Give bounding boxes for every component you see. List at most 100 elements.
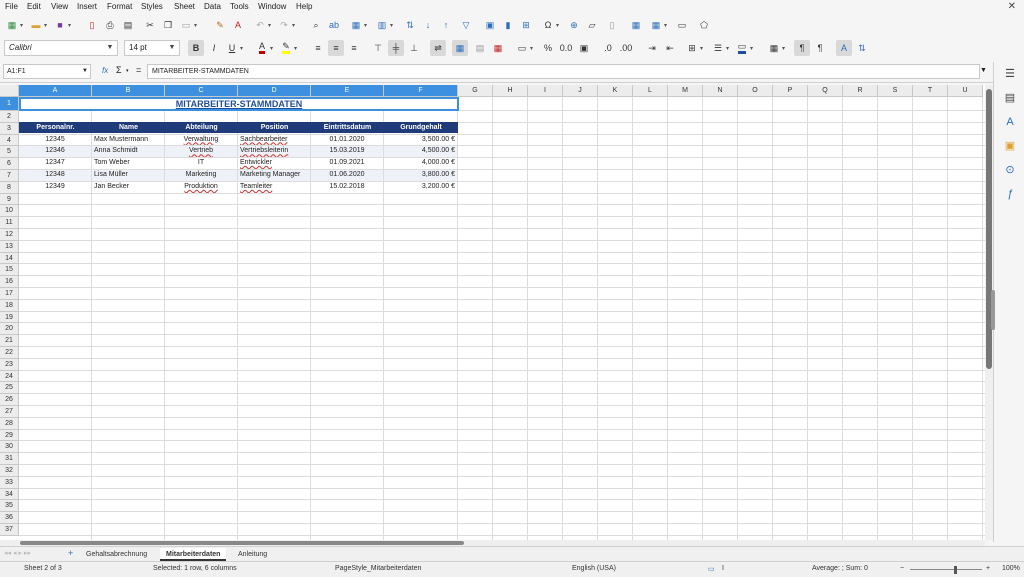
row-header[interactable]: 2 xyxy=(0,111,19,123)
chevron-down-icon[interactable]: ▾ xyxy=(530,45,533,52)
chevron-down-icon[interactable]: ▾ xyxy=(294,45,297,52)
open-folder-icon[interactable]: ▬ xyxy=(28,17,44,33)
menu-insert[interactable]: Insert xyxy=(77,2,97,11)
chevron-down-icon[interactable]: ▼ xyxy=(82,65,88,78)
zoom-slider-thumb[interactable] xyxy=(954,566,957,574)
row-header[interactable]: 35 xyxy=(0,500,19,513)
merge-cells-icon[interactable]: ▤ xyxy=(472,40,488,56)
spreadsheet-grid[interactable]: ABCDEFGHIJKLMNOPQRSTU 1 2 3 4 5 6 7 8 9 10 11 12 13 1… xyxy=(0,85,985,540)
header-cell[interactable]: Name xyxy=(92,122,165,133)
spelling-icon[interactable]: ab xyxy=(326,17,342,33)
row-header[interactable]: 30 xyxy=(0,441,19,454)
chevron-down-icon[interactable]: ▼ xyxy=(165,41,179,55)
decrease-indent-icon[interactable]: ⇤ xyxy=(662,40,678,56)
menu-edit[interactable]: Edit xyxy=(27,2,41,11)
data-cell[interactable]: Entwickler xyxy=(238,158,310,169)
row-header[interactable]: 22 xyxy=(0,347,19,359)
row-header[interactable]: 8 xyxy=(0,181,19,194)
number-format-icon[interactable]: 0.0 xyxy=(558,40,574,56)
column-header-s[interactable]: S xyxy=(878,85,913,97)
redo-icon[interactable]: ↷ xyxy=(276,17,292,33)
border-color-icon[interactable]: ▭ xyxy=(734,40,750,56)
insert-image-icon[interactable]: ▣ xyxy=(482,17,498,33)
data-cell[interactable]: 3,200.00 € xyxy=(384,181,457,193)
page-style[interactable]: PageStyle_Mitarbeiterdaten xyxy=(335,565,421,572)
wrap-text-icon[interactable]: ⇌ xyxy=(430,40,446,56)
column-header-p[interactable]: P xyxy=(773,85,808,97)
chevron-down-icon[interactable]: ▾ xyxy=(390,22,393,29)
sort-ascending-icon[interactable]: ↓ xyxy=(420,17,436,33)
chevron-down-icon[interactable]: ▾ xyxy=(270,45,273,52)
data-cell[interactable]: Tom Weber xyxy=(92,158,164,169)
data-cell[interactable]: 3,800.00 € xyxy=(384,170,457,181)
gallery-icon[interactable]: ▣ xyxy=(1002,138,1018,154)
functions-icon[interactable]: ƒ xyxy=(1002,186,1018,202)
row-header[interactable]: 20 xyxy=(0,323,19,336)
column-header-d[interactable]: D xyxy=(238,85,311,97)
row-header[interactable]: 12 xyxy=(0,229,19,241)
add-decimal-icon[interactable]: .0 xyxy=(600,40,616,56)
column-header-n[interactable]: N xyxy=(703,85,738,97)
row-header[interactable]: 10 xyxy=(0,205,19,218)
data-cell[interactable]: 12345 xyxy=(19,134,91,146)
chevron-down-icon[interactable]: ▼ xyxy=(103,41,117,55)
name-box[interactable]: A1:F1 ▼ xyxy=(3,64,91,79)
tab-mitarbeiterdaten[interactable]: Mitarbeiterdaten xyxy=(160,548,227,561)
row-header[interactable]: 32 xyxy=(0,465,19,477)
align-left-icon[interactable]: ≡ xyxy=(310,40,326,56)
column-header-c[interactable]: C xyxy=(165,85,238,97)
data-cell[interactable]: Vertrieb xyxy=(165,146,237,158)
column-header-i[interactable]: I xyxy=(528,85,563,97)
row-icon[interactable]: ▦ xyxy=(348,17,364,33)
column-header-u[interactable]: U xyxy=(948,85,983,97)
header-cell[interactable]: Abteilung xyxy=(165,122,238,133)
column-header-m[interactable]: M xyxy=(668,85,703,97)
data-cell[interactable]: Anna Schmidt xyxy=(92,146,164,158)
tab-anleitung[interactable]: Anleitung xyxy=(232,548,273,561)
align-center-icon[interactable]: ≡ xyxy=(328,40,344,56)
data-cell[interactable]: Marketing xyxy=(165,170,237,181)
selection-mode-icon[interactable]: ▭ xyxy=(708,565,715,573)
autofilter-icon[interactable]: ▽ xyxy=(458,17,474,33)
row-header[interactable]: 11 xyxy=(0,217,19,229)
data-cell[interactable]: 4,500.00 € xyxy=(384,146,457,158)
data-cell[interactable]: Teamleiter xyxy=(238,181,310,193)
menu-format[interactable]: Format xyxy=(107,2,132,11)
column-header-b[interactable]: B xyxy=(92,85,165,97)
expand-formula-bar-icon[interactable]: ▼ xyxy=(980,67,987,74)
row-header[interactable]: 18 xyxy=(0,299,19,312)
save-icon[interactable]: ■ xyxy=(52,17,68,33)
column-header-j[interactable]: J xyxy=(563,85,598,97)
data-cell[interactable]: 12348 xyxy=(19,170,91,181)
row-header[interactable]: 7 xyxy=(0,170,19,182)
zoom-level[interactable]: 100% xyxy=(1002,565,1020,572)
menu-file[interactable]: File xyxy=(5,2,18,11)
data-cell[interactable]: 4,000.00 € xyxy=(384,158,457,169)
data-cell[interactable]: 15.03.2019 xyxy=(311,146,383,158)
column-header-h[interactable]: H xyxy=(493,85,528,97)
italic-icon[interactable]: I xyxy=(206,40,222,56)
data-cell[interactable]: Produktion xyxy=(165,181,237,193)
sort-descending-icon[interactable]: ↑ xyxy=(438,17,454,33)
split-window-icon[interactable]: ▭ xyxy=(674,17,690,33)
data-cell[interactable]: Max Mustermann xyxy=(92,134,164,146)
column-icon[interactable]: ▥ xyxy=(374,17,390,33)
data-cell[interactable]: 01.01.2020 xyxy=(311,134,383,146)
merge-center-icon[interactable]: ▦ xyxy=(452,40,468,56)
increase-indent-icon[interactable]: ⇥ xyxy=(644,40,660,56)
hyperlink-icon[interactable]: ⊕ xyxy=(566,17,582,33)
bold-icon[interactable]: B xyxy=(188,40,204,56)
data-cell[interactable]: Vertriebsleiterin xyxy=(238,146,310,158)
font-color-icon[interactable]: A xyxy=(254,40,270,56)
column-header-f[interactable]: F xyxy=(384,85,458,97)
data-cell[interactable]: IT xyxy=(165,158,237,169)
tab-gehaltsabrechnung[interactable]: Gehaltsabrechnung xyxy=(80,548,153,561)
special-character-icon[interactable]: Ω xyxy=(540,17,556,33)
sum-icon[interactable]: Σ xyxy=(116,65,122,75)
define-print-area-icon[interactable]: ▦ xyxy=(628,17,644,33)
row-header[interactable]: 37 xyxy=(0,524,19,536)
chevron-down-icon[interactable]: ▾ xyxy=(68,22,71,29)
data-cell[interactable]: 01.06.2020 xyxy=(311,170,383,181)
column-header-t[interactable]: T xyxy=(913,85,948,97)
row-header[interactable]: 16 xyxy=(0,276,19,288)
